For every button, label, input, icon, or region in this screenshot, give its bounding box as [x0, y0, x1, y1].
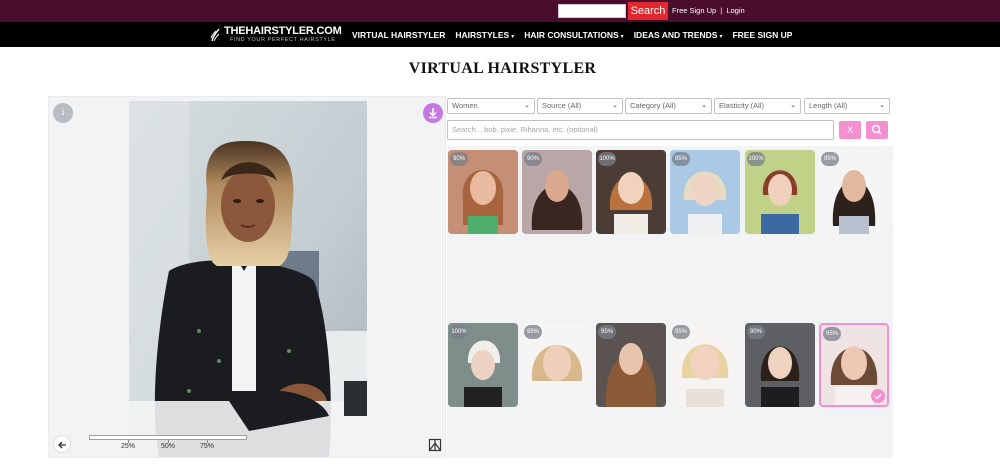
hair-stroke-icon [210, 28, 220, 42]
page-title: VIRTUAL HAIRSTYLER [408, 60, 597, 77]
back-button[interactable] [53, 435, 71, 453]
hairstyle-thumb[interactable]: 95% [522, 323, 592, 407]
free-sign-up-link[interactable]: Free Sign Up [672, 6, 716, 15]
nav-label: HAIRSTYLES [455, 29, 510, 40]
select-value: Category (All) [630, 101, 676, 110]
nav-label: VIRTUAL HAIRSTYLER [352, 29, 446, 40]
user-photo[interactable] [129, 101, 367, 457]
compare-icon [428, 438, 442, 452]
select-value: Source (All) [542, 101, 582, 110]
match-badge: 100% [747, 152, 765, 166]
hairstyle-thumb-selected[interactable]: 95% [819, 323, 889, 407]
link-separator: | [720, 6, 723, 15]
match-badge: 95% [672, 152, 690, 166]
download-button[interactable] [423, 103, 443, 123]
site-search-button[interactable]: Search [628, 2, 668, 20]
hairstyle-thumb[interactable]: 90% [745, 323, 815, 407]
match-badge: 95% [672, 325, 690, 339]
match-badge: 95% [524, 325, 542, 339]
chevron-down-icon: ⌄ [879, 102, 885, 109]
chevron-down-icon: ⌄ [701, 102, 707, 109]
slider-mark-label: 50% [160, 443, 176, 450]
match-badge: 95% [823, 327, 841, 341]
hairstyle-thumb[interactable]: 95% [670, 323, 740, 407]
info-button[interactable]: i [53, 103, 73, 123]
nav-label: HAIR CONSULTATIONS [524, 29, 619, 40]
filter-bar: Women ⌄ Source (All) ⌄ Category (All) ⌄ Ela… [447, 98, 890, 115]
download-icon [429, 108, 437, 119]
login-link[interactable]: Login [726, 6, 744, 15]
style-search-row: Search... bob, pixie, Rihanna, etc. (opt… [447, 120, 890, 140]
hairstyle-thumb[interactable]: 90% [522, 150, 592, 234]
match-badge: 90% [450, 152, 468, 166]
nav-items: VIRTUAL HAIRSTYLER HAIRSTYLES ▾ HAIR CONS… [352, 22, 802, 47]
search-button[interactable] [866, 121, 888, 139]
nav-hairstyles[interactable]: HAIRSTYLES ▾ [455, 30, 514, 40]
nav-ideas-and-trends[interactable]: IDEAS AND TRENDS ▾ [634, 30, 723, 40]
top-bar: Search Free Sign Up | Login [0, 0, 1000, 22]
main-nav: THEHAIRSTYLER.COM FIND YOUR PERFECT HAIR… [0, 22, 1000, 47]
chevron-down-icon: ⌄ [790, 102, 796, 109]
match-badge: 100% [450, 325, 468, 339]
select-value: Length (All) [809, 101, 848, 110]
hairstyle-thumb[interactable]: 95% [596, 323, 666, 407]
slider-mark-label: 25% [120, 443, 136, 450]
hairstyle-thumb[interactable]: 100% [745, 150, 815, 234]
hairstyle-gallery: 90% 90% 100% 95% 100% 95% 100% 95% 95% 9… [447, 146, 893, 458]
source-select[interactable]: Source (All) ⌄ [537, 98, 623, 114]
select-value: Elasticity (All) [719, 101, 765, 110]
logo-name: THEHAIRSTYLER.COM [224, 25, 342, 37]
chevron-down-icon: ▾ [719, 33, 723, 40]
nav-label: IDEAS AND TRENDS [633, 29, 718, 40]
hairstyle-thumb[interactable]: 100% [448, 323, 518, 407]
chevron-down-icon: ▾ [511, 33, 515, 40]
category-select[interactable]: Category (All) ⌄ [625, 98, 712, 114]
check-icon [871, 389, 885, 403]
style-search-input[interactable]: Search... bob, pixie, Rihanna, etc. (opt… [447, 120, 834, 140]
nav-virtual-hairstyler[interactable]: VIRTUAL HAIRSTYLER [352, 30, 445, 40]
length-select[interactable]: Length (All) ⌄ [804, 98, 890, 114]
hairstyle-thumb[interactable]: 95% [819, 150, 889, 234]
slider-mark-label: 75% [199, 443, 215, 450]
hair-opacity-slider[interactable]: 25% 50% 75% [89, 435, 247, 451]
nav-label: FREE SIGN UP [732, 29, 793, 40]
logo-tagline: FIND YOUR PERFECT HAIRSTYLE [230, 37, 336, 43]
match-badge: 90% [747, 325, 765, 339]
site-search-input[interactable] [558, 4, 626, 18]
hairstyle-thumb[interactable]: 90% [448, 150, 518, 234]
hairstyle-thumb[interactable]: 95% [670, 150, 740, 234]
gender-select[interactable]: Women ⌄ [447, 98, 535, 114]
elasticity-select[interactable]: Elasticity (All) ⌄ [714, 98, 801, 114]
match-badge: 95% [598, 325, 616, 339]
chevron-down-icon: ⌄ [524, 102, 530, 109]
nav-hair-consultations[interactable]: HAIR CONSULTATIONS ▾ [524, 30, 623, 40]
chevron-down-icon: ▾ [620, 33, 624, 40]
match-badge: 95% [821, 152, 839, 166]
account-links: Free Sign Up | Login [672, 6, 745, 15]
hairstyle-thumb[interactable]: 100% [596, 150, 666, 234]
arrow-left-icon [58, 441, 66, 449]
search-icon [871, 124, 882, 135]
nav-free-sign-up[interactable]: FREE SIGN UP [732, 30, 792, 40]
match-badge: 90% [524, 152, 542, 166]
chevron-down-icon: ⌄ [612, 102, 618, 109]
match-badge: 100% [598, 152, 616, 166]
clear-search-button[interactable]: X [839, 121, 861, 139]
select-value: Women [452, 101, 478, 110]
compare-button[interactable] [428, 438, 442, 452]
photo-editor: i 25% 50% 75% [48, 96, 446, 458]
